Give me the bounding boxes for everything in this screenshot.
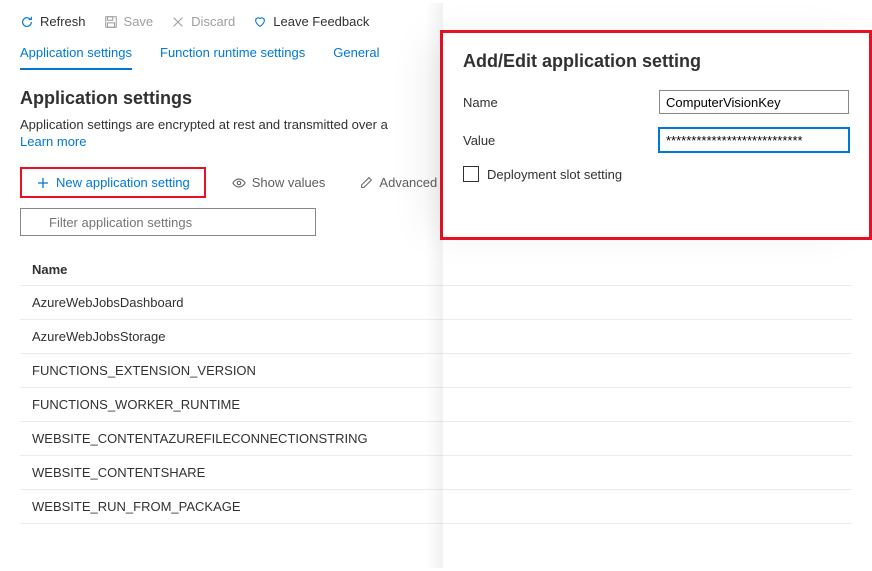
advanced-edit-button[interactable]: Advanced [351, 171, 445, 194]
table-row[interactable]: WEBSITE_RUN_FROM_PACKAGE [20, 490, 852, 524]
value-input[interactable] [659, 128, 849, 152]
refresh-icon [20, 15, 34, 29]
deployment-slot-label: Deployment slot setting [487, 167, 622, 182]
show-values-button[interactable]: Show values [224, 171, 334, 194]
table-row[interactable]: WEBSITE_CONTENTAZUREFILECONNECTIONSTRING [20, 422, 852, 456]
table-row[interactable]: FUNCTIONS_EXTENSION_VERSION [20, 354, 852, 388]
table-row[interactable]: AzureWebJobsDashboard [20, 286, 852, 320]
name-input[interactable] [659, 90, 849, 114]
refresh-button[interactable]: Refresh [20, 14, 86, 29]
advanced-label: Advanced [379, 175, 437, 190]
plus-icon [36, 176, 50, 190]
table-row[interactable]: AzureWebJobsStorage [20, 320, 852, 354]
new-setting-highlight: New application setting [20, 167, 206, 198]
discard-button[interactable]: Discard [171, 14, 235, 29]
discard-icon [171, 15, 185, 29]
eye-icon [232, 176, 246, 190]
new-setting-label: New application setting [56, 175, 190, 190]
save-button[interactable]: Save [104, 14, 154, 29]
tab-application-settings[interactable]: Application settings [20, 45, 132, 70]
tab-function-runtime-settings[interactable]: Function runtime settings [160, 45, 305, 70]
feedback-label: Leave Feedback [273, 14, 369, 29]
pencil-icon [359, 176, 373, 190]
value-label: Value [463, 133, 659, 148]
save-label: Save [124, 14, 154, 29]
heart-icon [253, 15, 267, 29]
table-row[interactable]: FUNCTIONS_WORKER_RUNTIME [20, 388, 852, 422]
filter-input[interactable] [20, 208, 316, 236]
settings-table: Name AzureWebJobsDashboard AzureWebJobsS… [20, 254, 852, 524]
save-icon [104, 15, 118, 29]
feedback-button[interactable]: Leave Feedback [253, 14, 369, 29]
refresh-label: Refresh [40, 14, 86, 29]
name-label: Name [463, 95, 659, 110]
add-edit-setting-panel: Add/Edit application setting Name Value … [440, 30, 872, 240]
deployment-slot-checkbox[interactable] [463, 166, 479, 182]
table-row[interactable]: WEBSITE_CONTENTSHARE [20, 456, 852, 490]
panel-title: Add/Edit application setting [463, 51, 849, 72]
table-header-name[interactable]: Name [20, 254, 852, 286]
page-description: Application settings are encrypted at re… [0, 117, 420, 132]
discard-label: Discard [191, 14, 235, 29]
tab-general[interactable]: General [333, 45, 379, 70]
show-values-label: Show values [252, 175, 326, 190]
new-application-setting-button[interactable]: New application setting [28, 171, 198, 194]
